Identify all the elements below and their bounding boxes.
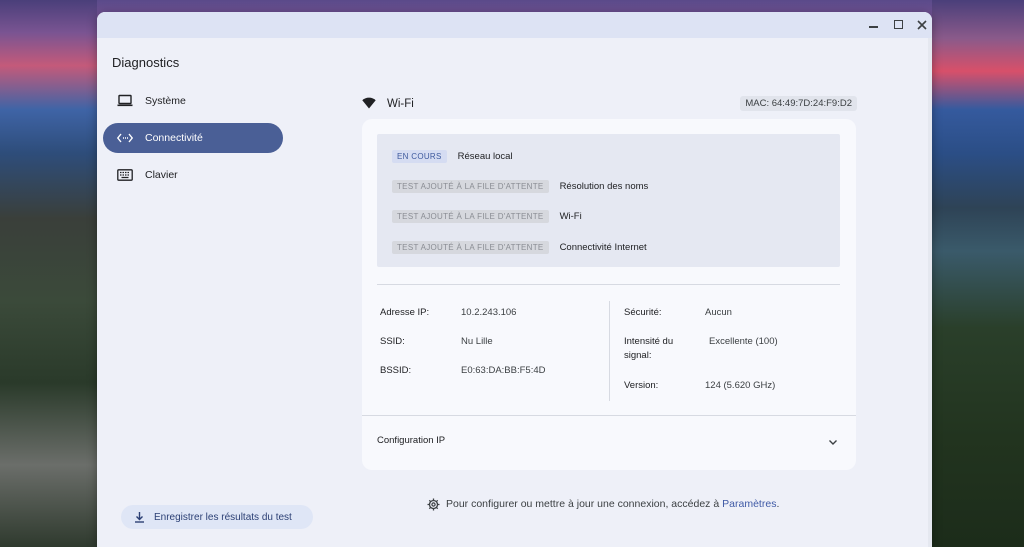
settings-link[interactable]: Paramètres: [722, 498, 776, 510]
routine-list: EN COURS Réseau local TEST AJOUTÉ À LA F…: [377, 134, 840, 267]
ip-config-toggle[interactable]: Configuration IP: [377, 435, 445, 446]
signal-value: Excellente (100): [709, 336, 778, 347]
desktop-wallpaper-right: [932, 0, 1024, 547]
divider: [377, 284, 840, 285]
mac-address-badge: MAC: 64:49:7D:24:F9:D2: [740, 96, 857, 111]
desktop-wallpaper-left: [0, 0, 97, 547]
bssid-value: E0:63:DA:BB:F5:4D: [461, 365, 546, 376]
routine-row: EN COURS Réseau local: [392, 149, 513, 163]
routine-row: TEST AJOUTÉ À LA FILE D'ATTENTE Résoluti…: [392, 179, 648, 193]
nav-item-clavier[interactable]: Clavier: [103, 160, 283, 190]
settings-hint: Pour configurer ou mettre à jour une con…: [427, 496, 779, 512]
status-badge-queued: TEST AJOUTÉ À LA FILE D'ATTENTE: [392, 179, 549, 193]
routine-label: Résolution des noms: [559, 180, 649, 192]
status-badge-queued: TEST AJOUTÉ À LA FILE D'ATTENTE: [392, 209, 549, 223]
divider: [362, 415, 856, 416]
network-title: Wi-Fi: [387, 98, 414, 110]
window-scrollbar[interactable]: [928, 38, 932, 547]
version-label: Version:: [624, 380, 659, 391]
security-value: Aucun: [705, 307, 732, 318]
status-badge-running: EN COURS: [392, 149, 447, 163]
minimize-button[interactable]: [865, 17, 881, 33]
nav-item-connectivite[interactable]: Connectivité: [103, 123, 283, 153]
download-icon: [134, 511, 145, 523]
chevron-down-icon[interactable]: [826, 435, 840, 449]
settings-hint-period: .: [776, 498, 780, 510]
settings-hint-text: Pour configurer ou mettre à jour une con…: [446, 498, 720, 510]
keyboard-icon: [117, 167, 133, 183]
maximize-button[interactable]: [890, 17, 906, 33]
app-title: Diagnostics: [112, 55, 180, 70]
gear-icon: [427, 498, 440, 511]
maximize-icon: [893, 20, 903, 29]
version-value: 124 (5.620 GHz): [705, 380, 776, 391]
diagnostics-window: Diagnostics Système Connectivité Clavier…: [97, 12, 932, 547]
signal-label-line1: Intensité du: [624, 336, 674, 347]
routine-row: TEST AJOUTÉ À LA FILE D'ATTENTE Wi-Fi: [392, 209, 582, 223]
save-results-label: Enregistrer les résultats du test: [154, 511, 292, 523]
ip-address-value: 10.2.243.106: [461, 307, 517, 318]
column-divider: [609, 301, 610, 401]
nav-item-label: Connectivité: [145, 132, 203, 144]
nav-item-label: Système: [145, 95, 186, 107]
network-card: EN COURS Réseau local TEST AJOUTÉ À LA F…: [362, 119, 856, 470]
save-results-button[interactable]: Enregistrer les résultats du test: [121, 505, 313, 529]
minimize-icon: [868, 26, 878, 28]
close-icon: [917, 20, 927, 30]
bssid-label: BSSID:: [380, 365, 412, 376]
routine-label: Réseau local: [457, 150, 513, 162]
wifi-icon: [362, 97, 376, 111]
nav-item-label: Clavier: [145, 169, 178, 181]
security-label: Sécurité:: [624, 307, 662, 318]
nav-item-systeme[interactable]: Système: [103, 86, 283, 116]
routine-label: Connectivité Internet: [559, 241, 647, 253]
signal-label-line2: signal:: [624, 350, 652, 361]
ssid-label: SSID:: [380, 336, 405, 347]
routine-label: Wi-Fi: [559, 210, 582, 222]
ssid-value: Nu Lille: [461, 336, 493, 347]
signal-label: Intensité du signal:: [624, 335, 673, 363]
network-header: Wi-Fi MAC: 64:49:7D:24:F9:D2: [362, 94, 857, 114]
laptop-icon: [117, 93, 133, 109]
ip-address-label: Adresse IP:: [380, 307, 430, 318]
close-button[interactable]: [914, 17, 930, 33]
title-bar: [97, 12, 932, 38]
status-badge-queued: TEST AJOUTÉ À LA FILE D'ATTENTE: [392, 240, 549, 254]
code-arrows-icon: [117, 130, 133, 146]
routine-row: TEST AJOUTÉ À LA FILE D'ATTENTE Connecti…: [392, 240, 647, 254]
